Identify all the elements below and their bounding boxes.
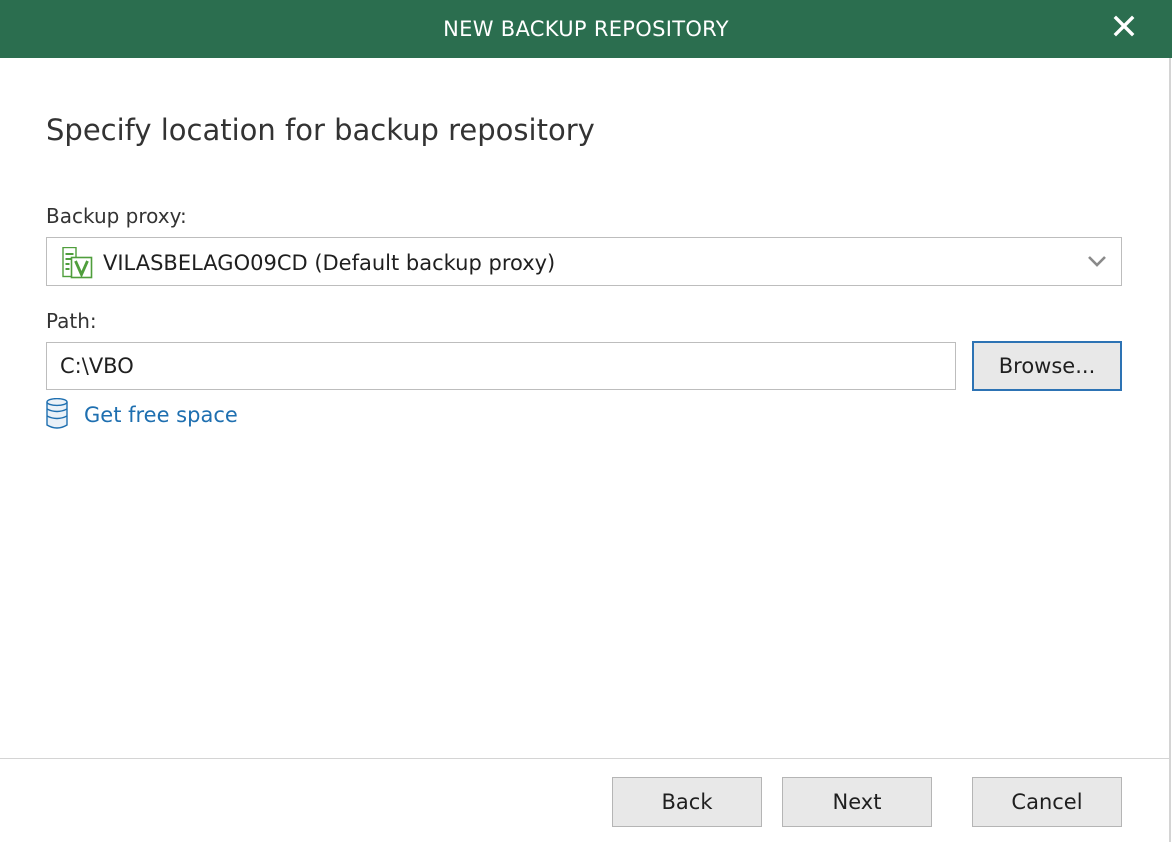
veeam-proxy-server-icon bbox=[62, 247, 93, 279]
get-free-space-label[interactable]: Get free space bbox=[84, 403, 238, 427]
footer-divider bbox=[0, 758, 1170, 759]
title-bar[interactable]: NEW BACKUP REPOSITORY bbox=[0, 0, 1172, 58]
path-label: Path: bbox=[46, 309, 97, 333]
dialog-title: NEW BACKUP REPOSITORY bbox=[443, 17, 729, 41]
new-backup-repository-dialog: NEW BACKUP REPOSITORY Specify location f… bbox=[0, 0, 1172, 842]
backup-proxy-label: Backup proxy: bbox=[46, 204, 187, 228]
database-icon bbox=[46, 398, 68, 429]
path-input[interactable] bbox=[46, 342, 956, 390]
window-border bbox=[1169, 58, 1171, 842]
back-button[interactable]: Back bbox=[612, 777, 762, 827]
backup-proxy-selected-value: VILASBELAGO09CD (Default backup proxy) bbox=[103, 251, 556, 275]
next-button[interactable]: Next bbox=[782, 777, 932, 827]
chevron-down-icon[interactable] bbox=[1087, 254, 1107, 268]
backup-proxy-dropdown[interactable]: VILASBELAGO09CD (Default backup proxy) bbox=[46, 237, 1122, 286]
page-heading: Specify location for backup repository bbox=[46, 113, 595, 147]
close-icon[interactable] bbox=[1108, 10, 1140, 42]
browse-button[interactable]: Browse... bbox=[972, 341, 1122, 391]
cancel-button[interactable]: Cancel bbox=[972, 777, 1122, 827]
